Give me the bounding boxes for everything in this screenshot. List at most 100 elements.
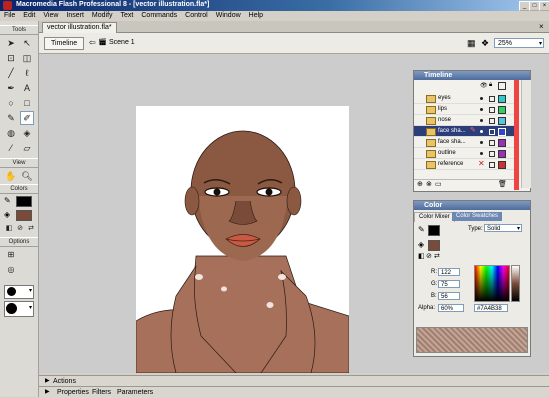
lock-icon[interactable]: 🔒︎	[489, 82, 492, 89]
trash-icon[interactable]: 🗑︎	[498, 180, 507, 188]
brightness-slider[interactable]	[511, 265, 520, 302]
eye-icon[interactable]: 👁︎	[480, 82, 488, 89]
rectangle-tool-icon[interactable]: □	[20, 96, 34, 110]
scene-label[interactable]: Scene 1	[109, 39, 135, 46]
visibility-dot[interactable]	[480, 108, 483, 111]
fill-color-chip[interactable]	[428, 240, 440, 251]
subselect-tool-icon[interactable]: ↖	[20, 36, 34, 50]
tab-filters[interactable]: Filters	[92, 388, 111, 397]
timeline-toggle-button[interactable]: Timeline	[44, 37, 85, 50]
visibility-dot[interactable]	[480, 119, 483, 122]
lock-dot[interactable]	[489, 151, 495, 157]
eyedropper-tool-icon[interactable]: ⁄	[4, 141, 18, 155]
add-layer-icon[interactable]: ⊕	[417, 180, 423, 188]
menu-window[interactable]: Window	[212, 11, 245, 21]
brush-size-dropdown[interactable]: ▾	[4, 285, 34, 299]
outline-swatch[interactable]	[498, 139, 506, 147]
timeline-scrollbar[interactable]	[521, 80, 531, 188]
back-arrow-icon[interactable]: ⇦	[89, 38, 96, 47]
color-spectrum[interactable]	[474, 265, 510, 302]
swap-colors-icon[interactable]: ⇄	[24, 222, 38, 236]
layer-row[interactable]: outline	[414, 148, 514, 159]
lasso-tool-icon[interactable]: ℓ	[20, 66, 34, 80]
stroke-color-chip[interactable]	[428, 225, 440, 236]
lock-dot[interactable]	[489, 107, 495, 113]
menu-commands[interactable]: Commands	[137, 11, 181, 21]
type-select[interactable]: Solid ▾	[484, 224, 522, 232]
object-drawing-icon[interactable]: ⊞	[4, 248, 18, 262]
outline-swatch[interactable]	[498, 161, 506, 169]
add-folder-icon[interactable]: ▭	[435, 180, 442, 188]
outline-swatch[interactable]	[498, 117, 506, 125]
alpha-input[interactable]: 60%	[438, 304, 464, 312]
close-doc-icon[interactable]: ×	[539, 22, 544, 31]
menu-text[interactable]: Text	[117, 11, 138, 21]
menu-edit[interactable]: Edit	[19, 11, 39, 21]
stage-canvas[interactable]	[135, 106, 350, 374]
selection-tool-icon[interactable]: ➤	[4, 36, 18, 50]
tab-color-mixer[interactable]: Color Mixer	[414, 212, 455, 222]
menu-control[interactable]: Control	[181, 11, 212, 21]
r-input[interactable]: 122	[438, 268, 460, 276]
brush-shape-dropdown[interactable]: ▾	[4, 301, 34, 317]
tab-color-swatches[interactable]: Color Swatches	[452, 212, 503, 221]
hex-input[interactable]: #7A4B38	[474, 304, 508, 312]
edit-scene-icon[interactable]: ▦	[467, 38, 476, 49]
fill-transform-tool-icon[interactable]: ◫	[20, 51, 34, 65]
hidden-x-icon[interactable]: ✕	[478, 159, 485, 169]
properties-panel-bar[interactable]: ▶ Properties Filters Parameters	[39, 386, 549, 398]
free-transform-tool-icon[interactable]: ⊡	[4, 51, 18, 65]
stroke-color-swatch[interactable]	[16, 196, 32, 207]
lock-dot[interactable]	[489, 96, 495, 102]
oval-tool-icon[interactable]: ○	[4, 96, 18, 110]
menu-help[interactable]: Help	[245, 11, 267, 21]
pen-tool-icon[interactable]: ✒	[4, 81, 18, 95]
text-tool-icon[interactable]: A	[20, 81, 34, 95]
g-input[interactable]: 75	[438, 280, 460, 288]
menu-view[interactable]: View	[39, 11, 62, 21]
visibility-dot[interactable]	[480, 141, 483, 144]
timeline-header[interactable]: Timeline	[414, 71, 530, 80]
b-input[interactable]: 56	[438, 292, 460, 300]
swap-icon[interactable]: ⇄	[434, 252, 440, 260]
pencil-tool-icon[interactable]: ✎	[4, 111, 18, 125]
layer-row[interactable]: reference ✕	[414, 159, 514, 170]
document-tab[interactable]: vector illustration.fla*	[42, 22, 117, 33]
brush-tool-icon[interactable]: ✐	[20, 111, 34, 125]
ink-bottle-tool-icon[interactable]: ◍	[4, 126, 18, 140]
lock-dot[interactable]	[489, 118, 495, 124]
lock-dot[interactable]	[489, 140, 495, 146]
eraser-tool-icon[interactable]: ▱	[20, 141, 34, 155]
lock-dot[interactable]	[489, 129, 495, 135]
black-white-icon[interactable]: ◧	[418, 252, 425, 260]
hand-tool-icon[interactable]: ✋	[4, 169, 18, 183]
add-guide-icon[interactable]: ⊗	[426, 180, 432, 188]
outline-icon[interactable]	[498, 82, 506, 90]
visibility-dot[interactable]	[480, 130, 483, 133]
line-tool-icon[interactable]: ╱	[4, 66, 18, 80]
outline-swatch[interactable]	[498, 128, 506, 136]
fill-color-row[interactable]: ◈	[4, 210, 34, 221]
paint-bucket-tool-icon[interactable]: ◈	[20, 126, 34, 140]
outline-swatch[interactable]	[498, 95, 506, 103]
brush-mode-icon[interactable]: ◎	[4, 263, 18, 277]
no-color-icon[interactable]: ⊘	[426, 252, 432, 260]
color-header[interactable]: Color	[414, 201, 530, 210]
outline-swatch[interactable]	[498, 150, 506, 158]
actions-panel-bar[interactable]: ▶ Actions	[39, 375, 549, 386]
playhead[interactable]	[514, 80, 519, 190]
layer-row[interactable]: lips	[414, 104, 514, 115]
zoom-tool-icon[interactable]: 🔍︎	[20, 169, 34, 183]
menu-file[interactable]: File	[0, 11, 19, 21]
fill-color-swatch[interactable]	[16, 210, 32, 221]
outline-swatch[interactable]	[498, 106, 506, 114]
zoom-dropdown[interactable]: 25% ▾	[494, 38, 544, 48]
menu-insert[interactable]: Insert	[62, 11, 88, 21]
lock-dot[interactable]	[489, 162, 495, 168]
tab-parameters[interactable]: Parameters	[117, 388, 153, 397]
layer-row[interactable]: eyes	[414, 93, 514, 104]
edit-symbol-icon[interactable]: ❖	[481, 38, 489, 49]
close-button[interactable]: ×	[539, 1, 549, 11]
visibility-dot[interactable]	[480, 97, 483, 100]
menu-modify[interactable]: Modify	[88, 11, 117, 21]
